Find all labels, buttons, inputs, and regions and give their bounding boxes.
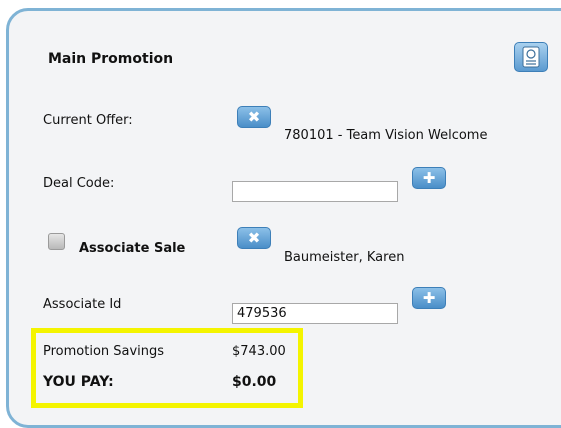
plus-icon: ✚	[422, 288, 436, 307]
remove-offer-button[interactable]: ✖	[237, 106, 271, 128]
x-icon: ✖	[247, 228, 261, 247]
remove-associate-button[interactable]: ✖	[237, 227, 271, 249]
current-offer-value: 780101 - Team Vision Welcome	[284, 128, 488, 143]
promotion-savings-label: Promotion Savings	[43, 344, 165, 359]
promotion-savings-value: $743.00	[232, 344, 286, 359]
plus-icon: ✚	[422, 168, 436, 187]
associate-name-value: Baumeister, Karen	[284, 250, 405, 265]
deal-code-label: Deal Code:	[43, 176, 115, 191]
associate-sale-checkbox[interactable]	[48, 233, 65, 250]
deal-code-input[interactable]	[232, 181, 398, 202]
panel-title: Main Promotion	[48, 51, 174, 67]
x-icon: ✖	[247, 107, 261, 126]
current-offer-label: Current Offer:	[43, 113, 133, 128]
add-associate-button[interactable]: ✚	[412, 287, 446, 309]
associate-id-label: Associate Id	[43, 297, 122, 312]
you-pay-value: $0.00	[232, 374, 277, 390]
summary-highlight-box	[31, 328, 303, 408]
promotion-details-button[interactable]	[514, 42, 548, 72]
associate-sale-label: Associate Sale	[79, 241, 186, 256]
add-deal-code-button[interactable]: ✚	[412, 167, 446, 189]
associate-id-input[interactable]	[232, 303, 398, 324]
document-icon	[522, 46, 540, 68]
you-pay-label: YOU PAY:	[43, 374, 114, 390]
